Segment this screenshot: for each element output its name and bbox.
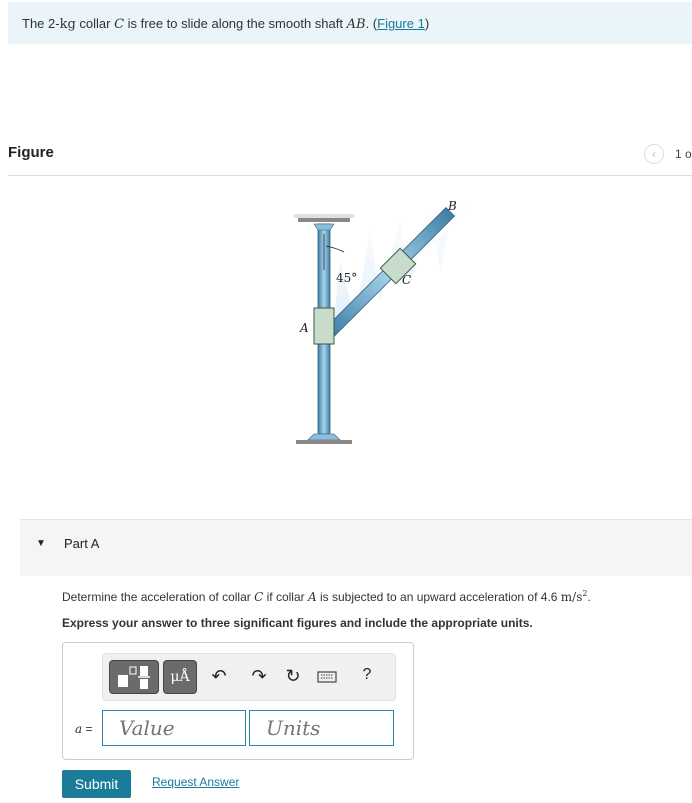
label-c: C [402, 273, 411, 287]
units-button[interactable]: μÅ [163, 660, 197, 694]
chevron-left-icon[interactable]: ‹ [644, 144, 664, 164]
divider [8, 175, 692, 176]
label-b: B [447, 199, 457, 213]
text: collar [75, 16, 115, 31]
templates-icon [118, 666, 150, 689]
figure-image: 45° A B C [294, 199, 470, 444]
collar-symbol: A [307, 590, 317, 604]
collar-a [313, 307, 335, 345]
problem-banner: The 2-kg collar C is free to slide along… [8, 2, 692, 44]
math-toolbar: μÅ ↶ ↷ ↻ ? [102, 653, 396, 701]
text: . ( [365, 16, 378, 31]
text: The 2- [22, 16, 60, 31]
request-answer-link[interactable]: Request Answer [152, 775, 239, 789]
collapse-arrow-icon[interactable]: ▼ [36, 538, 46, 549]
help-icon[interactable]: ? [357, 666, 377, 684]
value-input[interactable] [102, 710, 246, 746]
shaft-symbol: AB [346, 17, 366, 32]
bottom-support [307, 433, 341, 441]
text: . [587, 590, 591, 604]
collar-symbol: C [254, 590, 264, 604]
undo-icon[interactable]: ↶ [209, 666, 229, 687]
problem-statement: The 2-kg collar C is free to slide along… [22, 16, 429, 32]
figure-header: Figure [8, 144, 54, 161]
equals: = [82, 722, 93, 736]
reset-icon[interactable]: ↻ [283, 666, 303, 687]
figure-link[interactable]: Figure 1 [377, 16, 425, 31]
question-text: Determine the acceleration of collar C i… [62, 589, 591, 604]
angle-label: 45° [336, 271, 357, 285]
units-input[interactable] [249, 710, 394, 746]
top-support [298, 218, 350, 222]
page-indicator: 1 o [675, 147, 692, 161]
mass-unit: kg [59, 17, 76, 32]
text: if collar [263, 590, 308, 604]
part-a-header[interactable] [20, 519, 692, 576]
instruction-text: Express your answer to three significant… [62, 616, 533, 630]
submit-button[interactable]: Submit [62, 770, 131, 798]
text: ) [424, 16, 430, 31]
text: is subjected to an upward acceleration o… [316, 590, 561, 604]
part-title: Part A [64, 536, 100, 551]
label-a: A [299, 321, 309, 335]
keyboard-icon[interactable] [317, 668, 337, 689]
templates-button[interactable] [109, 660, 159, 694]
collar-symbol: C [114, 17, 125, 32]
text: is free to slide along the smooth shaft [124, 16, 347, 31]
redo-icon[interactable]: ↷ [249, 666, 269, 687]
unit: m/s [560, 590, 583, 604]
text: Determine the acceleration of collar [62, 590, 255, 604]
answer-variable-label: a = [75, 722, 93, 736]
